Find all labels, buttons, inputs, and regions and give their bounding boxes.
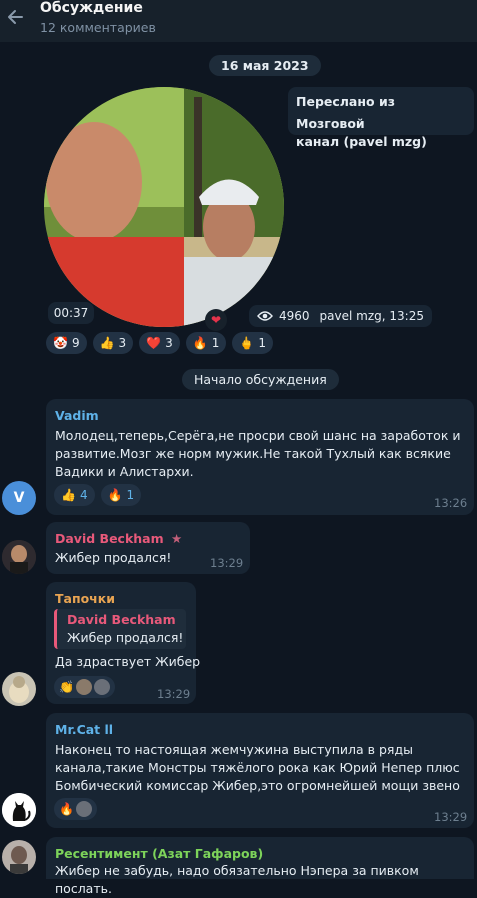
heart-icon: ❤️ <box>146 336 162 350</box>
message-reactions: 🔥 <box>54 798 97 820</box>
reaction-heart[interactable]: ❤️ 3 <box>139 332 180 354</box>
star-icon: ★ <box>171 531 183 546</box>
message-line: развитие.Мозг же норм мужик.Не такой Тух… <box>55 446 451 461</box>
reaction-count: 1 <box>258 336 266 350</box>
avatar[interactable]: V <box>2 481 36 515</box>
clown-emoji-icon: 🤡 <box>53 336 68 350</box>
video-message[interactable] <box>44 87 284 327</box>
reaction-fire[interactable]: 🔥 1 <box>100 484 142 506</box>
message-line: Бомбический комиссар Жибер,это огромнейш… <box>55 778 460 793</box>
message-time: 13:29 <box>434 810 468 824</box>
avatar[interactable] <box>2 793 36 827</box>
date-pill: 16 мая 2023 <box>209 55 321 76</box>
reaction-count: 3 <box>118 336 127 350</box>
reaction-thumbs-up[interactable]: 👍 4 <box>54 484 95 506</box>
forwarded-line-2: канал (pavel mzg) <box>296 134 427 149</box>
quote-text: Жибер продался! <box>67 630 184 645</box>
message-author[interactable]: Тапочки <box>55 591 115 606</box>
eye-icon <box>257 311 273 321</box>
reaction-clown[interactable]: 🤡 9 <box>46 332 87 354</box>
post-author-time: pavel mzg, 13:25 <box>319 309 424 323</box>
avatar[interactable] <box>2 540 36 574</box>
message-time: 13:29 <box>210 556 244 570</box>
middle-finger-icon: 🖕 <box>239 336 255 350</box>
reaction-middle-finger[interactable]: 🖕 1 <box>232 332 273 354</box>
avatar-image <box>2 840 36 874</box>
video-heart-badge: ❤ <box>205 309 227 331</box>
message-text: Молодец,теперь,Серёга,не просри свой шан… <box>55 427 460 481</box>
clapping-hands-icon: 👏 <box>59 680 74 694</box>
quote-author: David Beckham <box>67 612 176 627</box>
message-text: Да здраствует Жибер <box>55 654 201 669</box>
reaction-count: 1 <box>126 488 135 502</box>
video-duration: 00:37 <box>48 302 94 324</box>
message-author[interactable]: David Beckham ★ <box>55 531 182 546</box>
chat-header: Обсуждение 12 комментариев <box>0 0 477 42</box>
view-count-badge: 4960 pavel mzg, 13:25 <box>249 305 432 327</box>
avatar[interactable] <box>2 840 36 874</box>
message-author[interactable]: Ресентимент (Азат Гафаров) <box>55 846 263 861</box>
message-line: Молодец,теперь,Серёга,не просри свой шан… <box>55 428 461 443</box>
reaction-count: 4 <box>79 488 88 502</box>
reaction-count: 3 <box>165 336 173 350</box>
black-cat-icon <box>2 793 36 827</box>
fire-icon: 🔥 <box>59 802 74 816</box>
thumbs-up-icon: 👍 <box>61 488 76 502</box>
reaction-clapping[interactable]: 👏 <box>54 676 115 698</box>
message-text: Жибер не забудь, надо обязательно Нэпера… <box>55 863 419 896</box>
video-frame-image <box>44 87 284 327</box>
avatar[interactable] <box>2 672 36 706</box>
fire-icon: 🔥 <box>107 488 123 502</box>
message-author[interactable]: Vadim <box>55 408 99 423</box>
message-reactions: 👍 4 🔥 1 <box>54 484 142 506</box>
reaction-fire[interactable]: 🔥 1 <box>185 332 227 354</box>
view-count: 4960 <box>279 309 310 323</box>
post-reactions: 🤡 9 👍 3 ❤️ 3 🔥 1 🖕 1 <box>46 332 273 354</box>
message-text: Наконец то настоящая жемчужина выступила… <box>55 741 460 795</box>
reply-quote[interactable]: David Beckham Жибер продался! <box>54 609 186 649</box>
reaction-thumbs-up[interactable]: 👍 3 <box>92 332 134 354</box>
message-reactions: 👏 <box>54 676 115 698</box>
message-author[interactable]: Mr.Cat ll <box>55 722 113 737</box>
reaction-count: 1 <box>211 336 220 350</box>
message-line: Наконец то настоящая жемчужина выступила… <box>55 742 413 757</box>
back-arrow-icon[interactable] <box>6 7 26 27</box>
comment-count: 12 комментариев <box>40 20 156 35</box>
reaction-count: 9 <box>71 336 80 350</box>
thumbs-up-icon: 👍 <box>99 336 115 350</box>
reaction-fire[interactable]: 🔥 <box>54 798 97 820</box>
forwarded-line-1: Переслано из Мозговой <box>296 94 395 131</box>
reactor-avatar <box>75 801 92 817</box>
author-name: David Beckham <box>55 531 164 546</box>
forwarded-from-label[interactable]: Переслано из Мозговой канал (pavel mzg) <box>288 87 474 149</box>
avatar-image <box>2 672 36 706</box>
reactor-avatar <box>75 679 92 695</box>
reactor-avatar <box>93 679 110 695</box>
message-time: 13:29 <box>157 687 191 701</box>
page-title: Обсуждение <box>40 0 143 16</box>
discussion-start-pill: Начало обсуждения <box>182 369 339 390</box>
message-line: канала,такие Монстры тяжёлого рока как Ю… <box>55 760 460 775</box>
fire-icon: 🔥 <box>192 336 208 350</box>
avatar-image <box>2 540 36 574</box>
message-time: 13:26 <box>434 496 468 510</box>
message-text: Жибер продался! <box>55 550 172 565</box>
message-line: Вадики и Алистархи. <box>55 464 194 479</box>
